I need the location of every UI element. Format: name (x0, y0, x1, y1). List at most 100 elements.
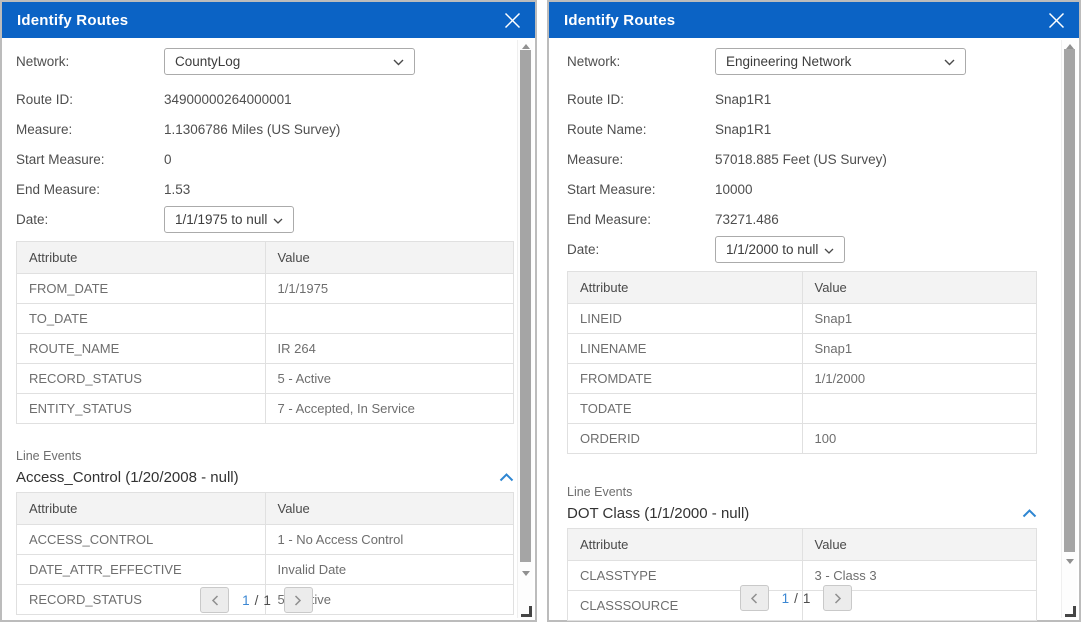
table-header-row: Attribute Value (568, 272, 1037, 304)
date-select-value: 1/1/2000 to null (726, 242, 818, 257)
dialog-header: Identify Routes (2, 2, 535, 38)
attribute-column-header: Attribute (17, 493, 266, 525)
start-measure-label: Start Measure: (567, 182, 715, 197)
value-cell: 1/1/2000 (802, 364, 1037, 394)
network-select-value: Engineering Network (726, 54, 851, 69)
chevron-down-icon (824, 242, 834, 257)
scroll-up-icon[interactable] (522, 44, 530, 49)
end-measure-row: End Measure: 73271.486 (567, 206, 1037, 232)
start-measure-label: Start Measure: (16, 152, 164, 167)
table-row: ACCESS_CONTROL1 - No Access Control (17, 525, 514, 555)
date-select[interactable]: 1/1/1975 to null (164, 206, 294, 233)
measure-row: Measure: 57018.885 Feet (US Survey) (567, 146, 1037, 172)
measure-label: Measure: (567, 152, 715, 167)
value-cell: 7 - Accepted, In Service (265, 394, 514, 424)
line-events-section-title: Access_Control (1/20/2008 - null) (16, 469, 239, 486)
network-field-row: Network: Engineering Network (567, 48, 1037, 75)
page-separator: / (794, 591, 798, 606)
table-row: RECORD_STATUS5 - Active (17, 364, 514, 394)
chevron-up-icon[interactable] (499, 473, 514, 482)
attr-cell: FROMDATE (568, 364, 803, 394)
start-measure-row: Start Measure: 0 (16, 146, 514, 172)
attribute-column-header: Attribute (568, 529, 803, 561)
table-row: DATE_ATTR_EFFECTIVEInvalid Date (17, 555, 514, 585)
value-cell: 1/1/1975 (265, 274, 514, 304)
attr-cell: ACCESS_CONTROL (17, 525, 266, 555)
page-indicator: 1 / 1 (242, 593, 271, 608)
vertical-scrollbar[interactable] (517, 40, 533, 618)
scroll-down-icon[interactable] (1066, 559, 1074, 564)
close-icon[interactable] (1048, 12, 1065, 29)
dialogs-container: Identify Routes Network: CountyLog (0, 0, 1081, 622)
attr-cell: ROUTE_NAME (17, 334, 266, 364)
date-field-row: Date: 1/1/2000 to null (567, 236, 1037, 263)
end-measure-label: End Measure: (567, 212, 715, 227)
attr-cell: TODATE (568, 394, 803, 424)
value-cell: Snap1 (802, 304, 1037, 334)
value-column-header: Value (802, 272, 1037, 304)
pagination: 1 / 1 (549, 585, 1043, 611)
start-measure-value: 0 (164, 152, 172, 167)
resize-grip[interactable] (1065, 606, 1076, 617)
table-row: ENTITY_STATUS7 - Accepted, In Service (17, 394, 514, 424)
network-select-value: CountyLog (175, 54, 240, 69)
table-row: TO_DATE (17, 304, 514, 334)
value-cell: 100 (802, 424, 1037, 454)
value-cell (802, 394, 1037, 424)
value-cell: 5 - Active (265, 364, 514, 394)
table-row: ORDERID100 (568, 424, 1037, 454)
attr-cell: ORDERID (568, 424, 803, 454)
network-select[interactable]: CountyLog (164, 48, 415, 75)
route-name-label: Route Name: (567, 122, 715, 137)
end-measure-value: 1.53 (164, 182, 190, 197)
route-attributes-table: Attribute Value LINEIDSnap1 LINENAMESnap… (567, 271, 1037, 454)
date-label: Date: (567, 242, 715, 257)
dialog-title: Identify Routes (564, 12, 675, 29)
attr-cell: LINEID (568, 304, 803, 334)
current-page: 1 (242, 593, 250, 608)
previous-page-button[interactable] (740, 585, 769, 611)
line-events-label: Line Events (567, 485, 1037, 499)
attr-cell: ENTITY_STATUS (17, 394, 266, 424)
chevron-up-icon[interactable] (1022, 509, 1037, 518)
total-pages: 1 (263, 593, 271, 608)
attr-cell: LINENAME (568, 334, 803, 364)
table-row: LINEIDSnap1 (568, 304, 1037, 334)
route-id-row: Route ID: Snap1R1 (567, 86, 1037, 112)
dialog-title: Identify Routes (17, 12, 128, 29)
dialog-content: Network: Engineering Network Route ID: S… (549, 38, 1079, 620)
route-id-value: Snap1R1 (715, 92, 771, 107)
previous-page-button[interactable] (200, 587, 229, 613)
page-indicator: 1 / 1 (782, 591, 811, 606)
table-row: FROM_DATE1/1/1975 (17, 274, 514, 304)
value-cell: Invalid Date (265, 555, 514, 585)
close-icon[interactable] (504, 12, 521, 29)
measure-row: Measure: 1.1306786 Miles (US Survey) (16, 116, 514, 142)
dialog-content: Network: CountyLog Route ID: 34900000264… (2, 38, 535, 620)
dialog-header: Identify Routes (549, 2, 1079, 38)
chevron-down-icon (393, 54, 404, 69)
network-select[interactable]: Engineering Network (715, 48, 966, 75)
resize-grip[interactable] (521, 606, 532, 617)
scrollbar-thumb[interactable] (520, 50, 531, 562)
scrollbar-thumb[interactable] (1064, 49, 1075, 552)
identify-routes-dialog-left: Identify Routes Network: CountyLog (0, 0, 537, 622)
table-row: LINENAMESnap1 (568, 334, 1037, 364)
page-separator: / (255, 593, 259, 608)
scroll-down-icon[interactable] (522, 571, 530, 576)
next-page-button[interactable] (823, 585, 852, 611)
start-measure-row: Start Measure: 10000 (567, 176, 1037, 202)
date-label: Date: (16, 212, 164, 227)
table-header-row: Attribute Value (568, 529, 1037, 561)
vertical-scrollbar[interactable] (1061, 40, 1077, 618)
end-measure-row: End Measure: 1.53 (16, 176, 514, 202)
value-cell: 1 - No Access Control (265, 525, 514, 555)
route-id-value: 34900000264000001 (164, 92, 292, 107)
measure-label: Measure: (16, 122, 164, 137)
network-field-row: Network: CountyLog (16, 48, 514, 75)
date-field-row: Date: 1/1/1975 to null (16, 206, 514, 233)
date-select[interactable]: 1/1/2000 to null (715, 236, 845, 263)
next-page-button[interactable] (284, 587, 313, 613)
attr-cell: RECORD_STATUS (17, 364, 266, 394)
current-page: 1 (782, 591, 790, 606)
